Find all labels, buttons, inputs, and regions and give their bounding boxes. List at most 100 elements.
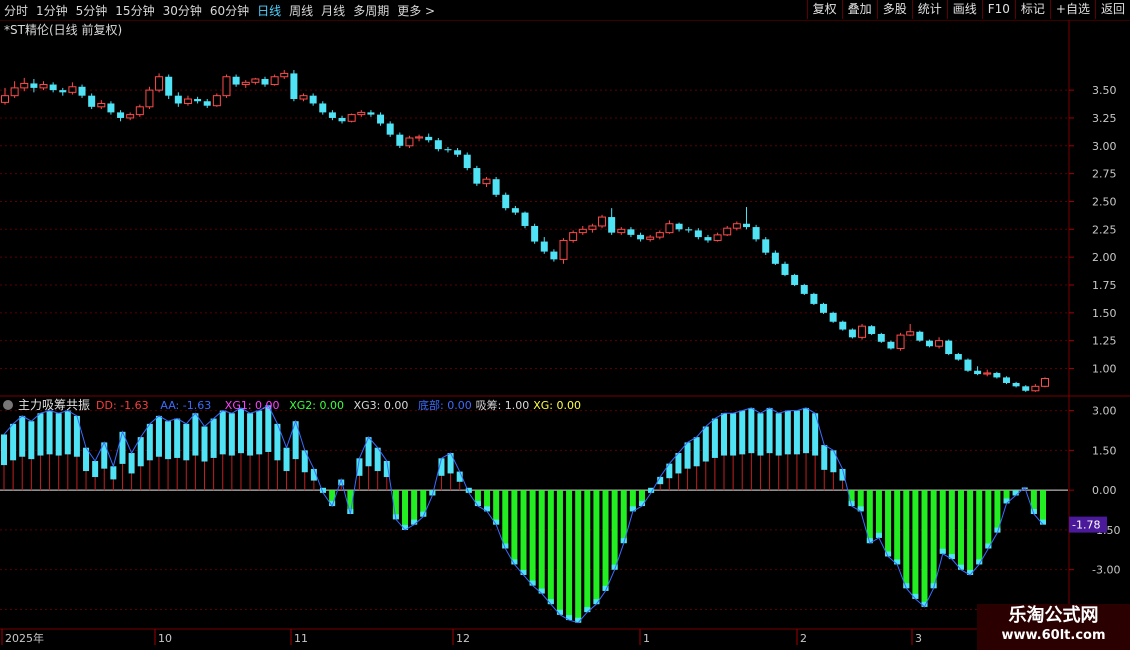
indicator-bar xyxy=(247,413,254,491)
indicator-bar xyxy=(821,445,828,491)
indicator-bar xyxy=(520,490,527,575)
candle xyxy=(405,135,414,149)
watermark-title: 乐淘公式网 xyxy=(1008,605,1099,626)
indicator-bar xyxy=(165,421,172,491)
indicator-bar xyxy=(110,466,117,491)
tool-button-8[interactable]: 返回 xyxy=(1094,0,1130,19)
price-tick-label: 1.25 xyxy=(1092,335,1117,348)
indicator-bar xyxy=(721,413,728,491)
indicator-bar xyxy=(1012,490,1019,496)
candle xyxy=(1,87,9,105)
indicator-bar xyxy=(301,450,308,491)
stock-chart[interactable]: *ST精伦(日线 前复权) 主力吸筹共振 DD: -1.63 AA: -1.63 XG… xyxy=(0,20,1130,650)
candle xyxy=(848,328,856,339)
candle xyxy=(887,340,895,350)
indicator-bar xyxy=(602,490,609,591)
indicator-bar xyxy=(921,490,928,607)
indicator-bar xyxy=(511,490,518,565)
indicator-bar xyxy=(484,490,491,512)
candle xyxy=(444,146,452,153)
period-tab-6[interactable]: 日线 xyxy=(253,2,285,19)
candle xyxy=(781,261,789,277)
candle xyxy=(97,100,106,110)
indicator-bar xyxy=(146,423,153,491)
indicator-bar xyxy=(730,413,737,491)
indicator-menu-icon[interactable] xyxy=(3,400,13,410)
candle xyxy=(183,95,192,106)
indicator-bar xyxy=(183,423,190,491)
indicator-legend-item: XG2: 0.00 xyxy=(289,399,344,412)
candle xyxy=(675,222,683,232)
candle xyxy=(752,224,760,242)
candle xyxy=(713,232,722,242)
indicator-bar xyxy=(976,490,983,565)
indicator-bar xyxy=(556,490,563,615)
indicator-bar xyxy=(857,490,864,512)
period-tab-1[interactable]: 1分钟 xyxy=(32,2,72,19)
candle xyxy=(347,113,356,123)
candle xyxy=(473,165,481,186)
candle xyxy=(627,227,635,238)
candle xyxy=(338,115,346,124)
candle xyxy=(559,238,568,264)
candle xyxy=(222,74,231,98)
tool-button-4[interactable]: 画线 xyxy=(946,0,982,19)
indicator-bar xyxy=(830,450,837,491)
indicator-legend-item: 底部: 0.00 xyxy=(418,398,472,412)
indicator-bar xyxy=(748,407,755,491)
indicator-bar xyxy=(28,421,35,491)
candle xyxy=(800,283,808,296)
candle xyxy=(59,87,67,96)
price-tick-label: 2.00 xyxy=(1092,251,1117,264)
tool-button-1[interactable]: 叠加 xyxy=(841,0,877,19)
period-tab-3[interactable]: 15分钟 xyxy=(111,2,158,19)
period-tab-8[interactable]: 月线 xyxy=(317,2,349,19)
candle xyxy=(68,82,77,95)
candle xyxy=(319,101,327,115)
period-tab-9[interactable]: 多周期 xyxy=(349,2,393,19)
indicator-bar xyxy=(967,490,974,575)
period-tab-10[interactable]: 更多 > xyxy=(393,2,439,19)
candle xyxy=(502,192,510,211)
indicator-bar xyxy=(37,413,44,491)
candle xyxy=(328,110,336,121)
period-tab-7[interactable]: 周线 xyxy=(285,2,317,19)
indicator-bar xyxy=(228,413,235,491)
candle xyxy=(49,82,57,93)
candle xyxy=(935,337,944,349)
indicator-bar xyxy=(237,407,244,491)
indicator-bar xyxy=(894,490,901,565)
tool-button-6[interactable]: 标记 xyxy=(1014,0,1050,19)
tool-button-0[interactable]: 复权 xyxy=(806,0,842,19)
tool-buttons: 复权 叠加 多股 统计 画线 F10 标记 +自选 返回 xyxy=(806,0,1130,20)
candle xyxy=(655,230,664,240)
period-tab-0[interactable]: 分时 xyxy=(0,2,32,19)
candle xyxy=(299,93,308,102)
indicator-bar xyxy=(675,453,682,491)
indicator-bar xyxy=(657,476,664,491)
indicator-bar xyxy=(693,437,700,491)
tool-button-2[interactable]: 多股 xyxy=(876,0,912,19)
indicator-bar xyxy=(283,447,290,491)
period-tab-5[interactable]: 60分钟 xyxy=(206,2,253,19)
tool-button-7[interactable]: +自选 xyxy=(1049,0,1095,19)
indicator-bar xyxy=(903,490,910,589)
indicator-bar xyxy=(593,490,600,605)
candle xyxy=(203,99,211,108)
candle xyxy=(954,352,962,361)
indicator-bar xyxy=(92,460,99,491)
indicator-bar xyxy=(402,490,409,530)
candle xyxy=(531,223,539,244)
candle xyxy=(964,358,972,372)
time-tick-label: 10 xyxy=(158,632,172,645)
candle xyxy=(107,101,115,115)
indicator-bar xyxy=(64,410,71,491)
indicator-bar xyxy=(256,410,263,491)
tool-button-3[interactable]: 统计 xyxy=(911,0,947,19)
period-tab-2[interactable]: 5分钟 xyxy=(72,2,112,19)
candle xyxy=(39,81,48,91)
indicator-bar xyxy=(493,490,500,525)
indicator-bar xyxy=(948,490,955,560)
tool-button-5[interactable]: F10 xyxy=(981,0,1015,19)
period-tab-4[interactable]: 30分钟 xyxy=(159,2,206,19)
